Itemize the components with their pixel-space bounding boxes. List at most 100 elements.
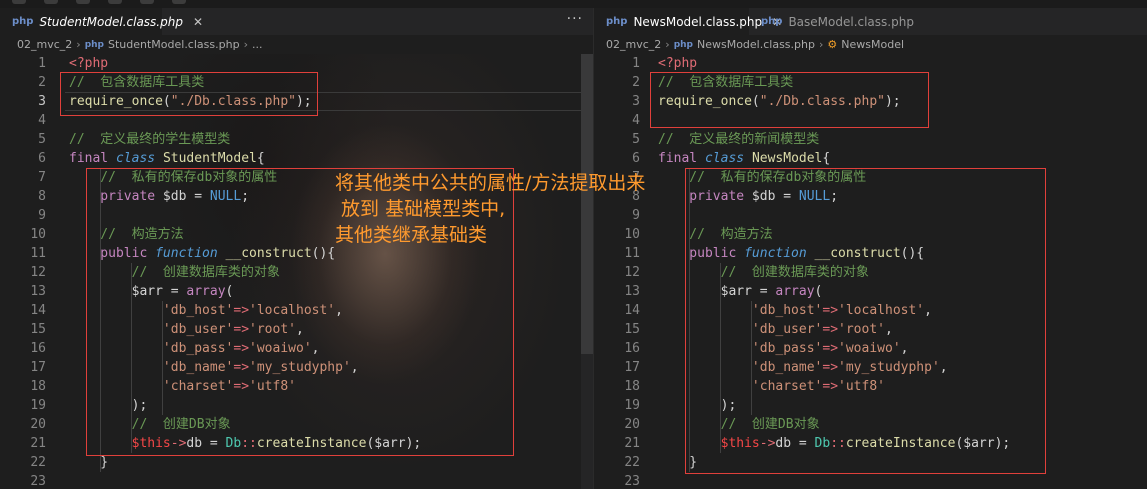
class-icon: ⚙ — [827, 38, 838, 51]
code-line: 18 'charset'=>'utf8' — [594, 377, 1147, 396]
code-line: 6 final class StudentModel{ — [0, 149, 593, 168]
code-line: 16 'db_pass'=>'woaiwo', — [0, 339, 593, 358]
breadcrumb-tail[interactable]: NewsModel — [841, 38, 904, 51]
php-file-icon: php — [84, 39, 104, 50]
code-text: public function __construct(){ — [658, 244, 924, 263]
line-number: 21 — [624, 436, 640, 451]
code-text: private $db = NULL; — [658, 187, 838, 206]
line-number: 2 — [38, 75, 46, 90]
code-token: -> — [759, 436, 776, 451]
line-number: 14 — [624, 303, 640, 318]
code-text: // 创建数据库类的对象 — [69, 263, 280, 282]
code-text: <?php — [69, 54, 108, 73]
code-token: // 创建DB对象 — [658, 417, 820, 432]
line-number: 5 — [38, 132, 46, 147]
code-token: (){ — [900, 246, 925, 261]
code-token: require_once — [69, 94, 163, 109]
code-line: 4 — [594, 111, 1147, 130]
line-number: 15 — [624, 322, 640, 337]
toolbar-stub — [140, 0, 154, 4]
code-token: 'utf8' — [249, 379, 296, 394]
editor-group-right: php NewsModel.class.php ✕ php BaseModel.… — [593, 8, 1147, 489]
code-token: => — [233, 303, 250, 318]
code-line: 13 $arr = array( — [594, 282, 1147, 301]
code-token: => — [822, 379, 839, 394]
chevron-right-icon: › — [818, 38, 824, 51]
code-token: = — [202, 436, 226, 451]
close-icon[interactable]: ✕ — [193, 15, 203, 29]
chevron-right-icon: › — [76, 38, 81, 51]
code-token: (){ — [311, 246, 336, 261]
code-token: $this — [69, 436, 171, 451]
code-token: ; — [241, 189, 250, 204]
code-token: 'root' — [838, 322, 885, 337]
code-line: 7 // 私有的保存db对象的属性 — [594, 168, 1147, 187]
code-text: 'db_name'=>'my_studyphp', — [69, 358, 359, 377]
line-number: 13 — [30, 284, 46, 299]
code-token: // 构造方法 — [658, 227, 773, 242]
line-number: 12 — [30, 265, 46, 280]
line-number: 16 — [30, 341, 46, 356]
breadcrumb-tail[interactable]: ... — [252, 38, 263, 51]
breadcrumb-file[interactable]: StudentModel.class.php — [108, 38, 240, 51]
code-editor[interactable]: 1 <?php 2// 包含数据库工具类 3 require_once("./Db.cl… — [594, 54, 1147, 489]
code-token: private — [658, 189, 752, 204]
php-file-icon: php — [12, 16, 34, 27]
line-number: 10 — [30, 227, 46, 242]
code-text: // 定义最终的学生模型类 — [69, 130, 230, 149]
code-line: 1 <?php — [594, 54, 1147, 73]
code-text: <?php — [658, 54, 697, 73]
code-token: => — [233, 379, 250, 394]
breadcrumb: 02_mvc_2 › php StudentModel.class.php › … — [0, 35, 593, 54]
code-token: // 私有的保存db对象的属性 — [658, 170, 867, 185]
code-token: = — [751, 284, 776, 299]
code-text: // 构造方法 — [658, 225, 773, 244]
tab-studentmodel[interactable]: php StudentModel.class.php ✕ — [0, 8, 203, 35]
code-text: // 定义最终的新闻模型类 — [658, 130, 819, 149]
code-token: ( — [814, 284, 823, 299]
code-token: { — [256, 151, 265, 166]
code-text: // 包含数据库工具类 — [658, 73, 793, 92]
line-number: 19 — [30, 398, 46, 413]
code-line: 8 private $db = NULL; — [594, 187, 1147, 206]
code-text: // 私有的保存db对象的属性 — [69, 168, 277, 187]
code-text: public function __construct(){ — [69, 244, 335, 263]
code-token: , — [335, 303, 343, 318]
code-token: 'localhost' — [249, 303, 336, 318]
code-line: 9 — [594, 206, 1147, 225]
breadcrumb-file[interactable]: NewsModel.class.php — [697, 38, 815, 51]
toolbar-stub — [108, 0, 122, 4]
code-token: 'db_pass' — [658, 341, 823, 356]
line-number: 22 — [30, 455, 46, 470]
line-number: 6 — [632, 151, 640, 166]
code-token: 'charset' — [658, 379, 823, 394]
code-line: 2 // 包含数据库工具类 — [594, 73, 1147, 92]
breadcrumb-folder[interactable]: 02_mvc_2 — [17, 38, 72, 51]
tab-newsmodel[interactable]: php NewsModel.class.php ✕ — [594, 8, 782, 35]
code-token: // 创建数据库类的对象 — [658, 265, 869, 280]
code-token: , — [900, 341, 909, 356]
code-text: 'db_name'=>'my_studyphp', — [658, 358, 948, 377]
code-token: , — [296, 322, 304, 337]
line-number: 1 — [632, 56, 640, 71]
line-number: 2 — [632, 75, 640, 90]
line-number: 18 — [624, 379, 640, 394]
breadcrumb-folder[interactable]: 02_mvc_2 — [606, 38, 661, 51]
code-token: // 定义最终的新闻模型类 — [658, 132, 820, 147]
code-token: 'woaiwo' — [249, 341, 312, 356]
code-token: 'charset' — [69, 379, 234, 394]
code-token: , — [885, 322, 893, 337]
code-token: = — [775, 189, 799, 204]
code-token: $this — [658, 436, 760, 451]
code-token: 'localhost' — [838, 303, 925, 318]
code-text: $this->db = Db::createInstance($arr); — [69, 434, 422, 453]
annotation-line: 其他类继承基础类 — [335, 224, 488, 246]
code-editor[interactable]: 1 <?php 2// 包含数据库工具类 3 require_once("./Db.cl… — [0, 54, 593, 489]
code-token: array — [186, 284, 226, 299]
code-text: // 构造方法 — [69, 225, 183, 244]
code-token: // 定义最终的学生模型类 — [69, 132, 231, 147]
code-token: // 创建数据库类的对象 — [69, 265, 280, 280]
code-text: // 包含数据库工具类 — [69, 73, 204, 92]
tab-basemodel[interactable]: php BaseModel.class.php — [749, 8, 914, 35]
more-actions-icon[interactable]: ··· — [567, 11, 583, 27]
